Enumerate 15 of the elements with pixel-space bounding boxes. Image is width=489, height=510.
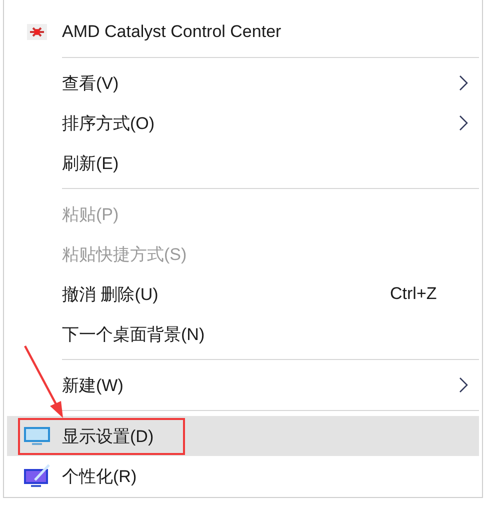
menu-item[interactable]: AMD Catalyst Control Center <box>7 12 479 52</box>
menu-item[interactable]: 新建(W) <box>7 365 479 405</box>
amd-logo-icon <box>26 24 46 40</box>
menu-item[interactable]: 撤消 删除(U) Ctrl+Z <box>7 274 479 314</box>
menu-item[interactable]: 个性化(R) <box>7 456 479 496</box>
chevron-right-icon <box>459 115 468 131</box>
personalize-icon <box>22 464 50 488</box>
menu-item[interactable]: 显示设置(D) <box>7 416 479 456</box>
menu-item[interactable]: 排序方式(O) <box>7 103 479 143</box>
menu-item[interactable]: 下一个桌面背景(N) <box>7 314 479 354</box>
menu-item[interactable]: 刷新(E) <box>7 143 479 183</box>
chevron-right-icon <box>459 75 468 91</box>
menu-item[interactable]: 查看(V) <box>7 63 479 103</box>
monitor-icon <box>22 425 50 447</box>
chevron-right-icon <box>459 377 468 393</box>
